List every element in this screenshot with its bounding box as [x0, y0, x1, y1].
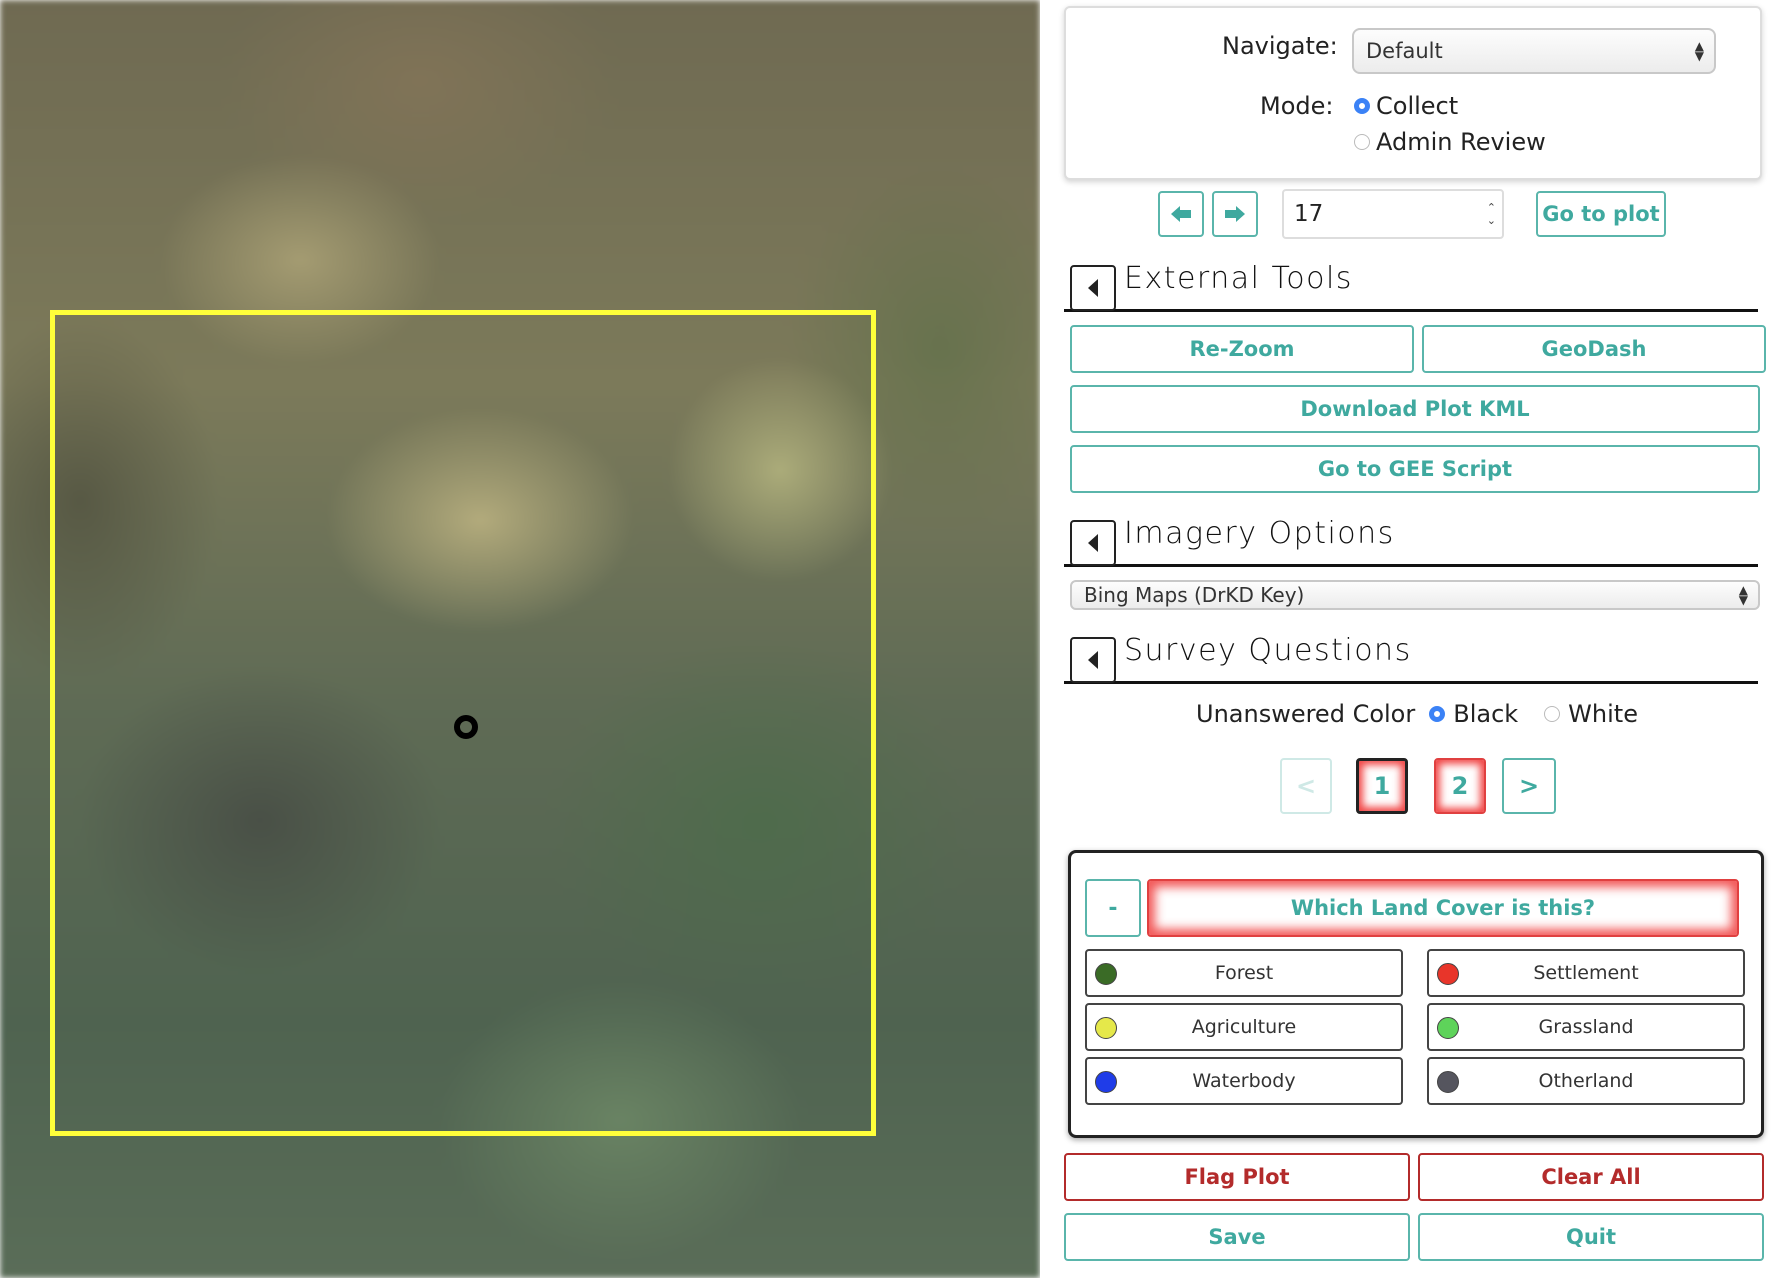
black-radio[interactable] — [1429, 706, 1446, 722]
map-overlay[interactable] — [0, 0, 1040, 1278]
admin-review-radio[interactable] — [1354, 134, 1370, 150]
imagery-options-title: Imagery Options — [1124, 516, 1395, 551]
sidebar: Navigate: Default ▲ ▼ Mode: Collect Admin… — [1040, 0, 1774, 1278]
unanswered-color-row: Unanswered Color Black White — [1196, 700, 1638, 728]
collect-radio-label: Collect — [1376, 92, 1459, 120]
go-to-plot-button[interactable]: Go to plot — [1536, 191, 1666, 237]
previous-page-button[interactable]: < — [1280, 758, 1332, 814]
survey-questions-collapse-button[interactable] — [1070, 637, 1116, 683]
white-radio[interactable] — [1544, 706, 1561, 722]
grassland-color-icon — [1437, 1017, 1459, 1039]
admin-review-radio-label: Admin Review — [1376, 128, 1546, 156]
re-zoom-button[interactable]: Re-Zoom — [1070, 325, 1414, 373]
next-plot-button[interactable] — [1212, 191, 1258, 237]
answer-agriculture-button[interactable]: Agriculture — [1085, 1003, 1403, 1051]
arrow-left-icon — [1171, 206, 1191, 222]
answer-label: Grassland — [1538, 1016, 1634, 1038]
stepper-icon[interactable]: ⌃ ⌄ — [1487, 201, 1496, 227]
caret-left-icon — [1088, 651, 1098, 669]
imagery-select-value: Bing Maps (DrKD Key) — [1084, 583, 1305, 607]
page-1-button[interactable]: 1 — [1356, 758, 1408, 814]
answer-settlement-button[interactable]: Settlement — [1427, 949, 1745, 997]
mode-option-collect[interactable]: Collect — [1354, 92, 1458, 120]
mode-option-admin-review[interactable]: Admin Review — [1354, 128, 1546, 156]
imagery-options-header: Imagery Options — [1064, 510, 1758, 567]
question-card: - Which Land Cover is this? Forest Settl… — [1068, 850, 1764, 1138]
white-radio-label: White — [1568, 700, 1638, 728]
select-arrows-icon: ▲ ▼ — [1738, 583, 1748, 607]
survey-questions-header: Survey Questions — [1064, 627, 1758, 684]
collect-radio[interactable] — [1354, 98, 1370, 114]
geodash-button[interactable]: GeoDash — [1422, 325, 1766, 373]
answer-grassland-button[interactable]: Grassland — [1427, 1003, 1745, 1051]
flag-plot-button[interactable]: Flag Plot — [1064, 1153, 1410, 1201]
answer-label: Agriculture — [1191, 1016, 1297, 1038]
question-collapse-button[interactable]: - — [1085, 879, 1141, 937]
settlement-color-icon — [1437, 963, 1459, 985]
external-tools-title: External Tools — [1124, 261, 1353, 296]
answer-label: Waterbody — [1192, 1070, 1296, 1092]
navigate-select-value: Default — [1366, 39, 1443, 63]
next-page-button[interactable]: > — [1502, 758, 1556, 814]
quit-button[interactable]: Quit — [1418, 1213, 1764, 1261]
clear-all-button[interactable]: Clear All — [1418, 1153, 1764, 1201]
forest-color-icon — [1095, 963, 1117, 985]
agriculture-color-icon — [1095, 1017, 1117, 1039]
unanswered-color-label: Unanswered Color — [1196, 700, 1416, 728]
answer-forest-button[interactable]: Forest — [1085, 949, 1403, 997]
caret-left-icon — [1088, 279, 1098, 297]
navigate-select[interactable]: Default ▲ ▼ — [1352, 28, 1716, 74]
answer-label: Otherland — [1538, 1070, 1634, 1092]
answer-label: Forest — [1214, 962, 1274, 984]
external-tools-collapse-button[interactable] — [1070, 265, 1116, 311]
save-button[interactable]: Save — [1064, 1213, 1410, 1261]
sample-point[interactable] — [454, 715, 478, 739]
answer-waterbody-button[interactable]: Waterbody — [1085, 1057, 1403, 1105]
navigation-panel: Navigate: Default ▲ ▼ Mode: Collect Admin… — [1064, 6, 1762, 180]
waterbody-color-icon — [1095, 1071, 1117, 1093]
caret-left-icon — [1088, 534, 1098, 552]
survey-questions-title: Survey Questions — [1124, 633, 1412, 668]
otherland-color-icon — [1437, 1071, 1459, 1093]
black-radio-label: Black — [1453, 700, 1519, 728]
plot-number-value: 17 — [1294, 201, 1324, 227]
navigate-label: Navigate: — [1222, 32, 1338, 60]
question-title-button[interactable]: Which Land Cover is this? — [1147, 879, 1739, 937]
plot-number-input[interactable]: 17 ⌃ ⌄ — [1282, 189, 1504, 239]
page-2-button[interactable]: 2 — [1434, 758, 1486, 814]
previous-plot-button[interactable] — [1158, 191, 1204, 237]
select-arrows-icon: ▲ ▼ — [1694, 39, 1704, 63]
answer-otherland-button[interactable]: Otherland — [1427, 1057, 1745, 1105]
external-tools-header: External Tools — [1064, 255, 1758, 312]
imagery-options-collapse-button[interactable] — [1070, 520, 1116, 566]
arrow-right-icon — [1225, 206, 1245, 222]
mode-label: Mode: — [1260, 92, 1334, 120]
imagery-select[interactable]: Bing Maps (DrKD Key) ▲ ▼ — [1070, 580, 1760, 610]
gee-script-button[interactable]: Go to GEE Script — [1070, 445, 1760, 493]
answer-label: Settlement — [1533, 962, 1639, 984]
download-kml-button[interactable]: Download Plot KML — [1070, 385, 1760, 433]
